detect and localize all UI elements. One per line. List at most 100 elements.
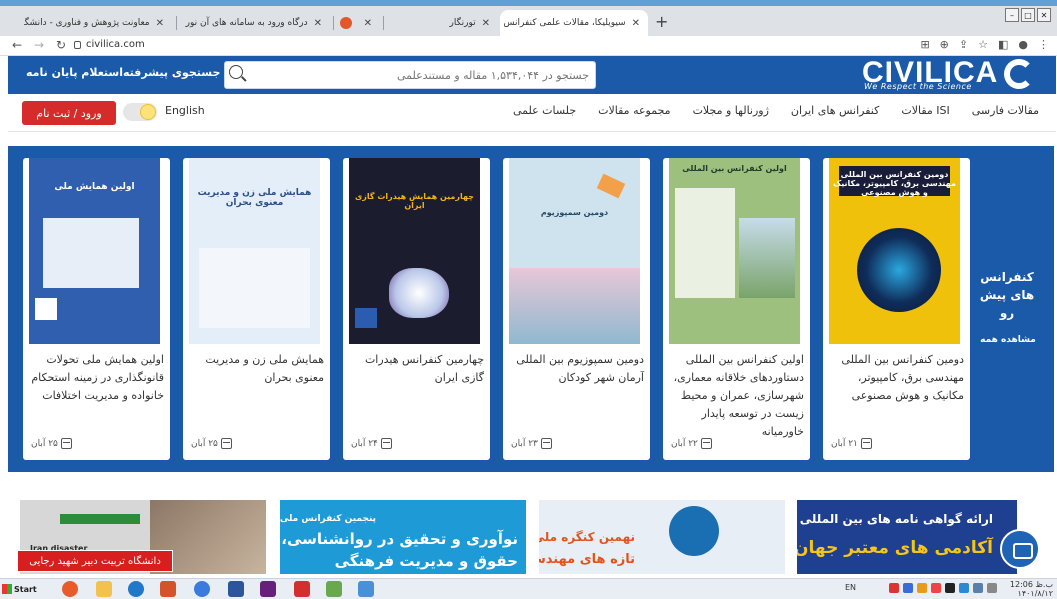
conference-date: ۲۳ آبان xyxy=(511,438,552,449)
tab-separator xyxy=(333,16,334,30)
clock-time: 12:06 ب.ظ xyxy=(1009,580,1053,589)
browser-tab[interactable]: ✕ معاونت پژوهش و فناوری - دانشگا xyxy=(24,10,172,36)
conference-title[interactable]: همایش ملی زن و مدیریت معنوی بحران xyxy=(191,351,324,387)
tab-title: درگاه ورود به سامانه های آن نور xyxy=(185,18,308,28)
volume-icon[interactable] xyxy=(987,583,997,593)
conference-card[interactable]: دومین کنفرانس بین المللی مهندسی برق، کام… xyxy=(823,158,970,460)
url-field[interactable]: civilica.com xyxy=(86,39,145,50)
nav-scientific-sessions[interactable]: جلسات علمی xyxy=(513,104,576,117)
browser-tab-active[interactable]: ✕ سیویلیکا، مقالات علمی کنفرانس و xyxy=(500,10,648,36)
close-tab-icon[interactable]: ✕ xyxy=(482,18,490,29)
nav-isi-articles[interactable]: مقالات ISI xyxy=(901,104,949,117)
tray-icon[interactable] xyxy=(917,583,927,593)
app-icon[interactable] xyxy=(358,581,374,597)
ad-text: تازه های مهندسی برق xyxy=(539,552,635,567)
conference-title[interactable]: دومین کنفرانس بین المللی مهندسی برق، کام… xyxy=(831,351,964,405)
language-indicator[interactable]: EN xyxy=(845,583,856,592)
profile-icon[interactable]: ● xyxy=(1018,38,1028,51)
conference-poster: دومین کنفرانس بین المللی مهندسی برق، کام… xyxy=(829,158,960,344)
tray-icon[interactable] xyxy=(903,583,913,593)
tray-icon[interactable] xyxy=(889,583,899,593)
tray-icon[interactable] xyxy=(945,583,955,593)
advanced-search-link[interactable]: جستجوی پیشرفته xyxy=(123,66,220,79)
university-label[interactable]: دانشگاه تربیت دبیر شهید رجایی xyxy=(17,550,173,572)
internet-explorer-icon[interactable] xyxy=(128,581,144,597)
close-tab-icon[interactable]: ✕ xyxy=(632,18,640,29)
conference-card[interactable]: اولین همایش ملی اولین همایش ملی تحولات ق… xyxy=(23,158,170,460)
bookmark-star-icon[interactable]: ☆ xyxy=(978,38,988,51)
minimize-icon[interactable]: – xyxy=(1005,8,1019,22)
zoom-icon[interactable]: ⊕ xyxy=(940,38,949,51)
search-icon[interactable] xyxy=(229,65,243,79)
nav-persian-articles[interactable]: مقالات فارسی xyxy=(972,104,1039,117)
tab-title: معاونت پژوهش و فناوری - دانشگا xyxy=(24,18,150,28)
file-explorer-icon[interactable] xyxy=(96,581,112,597)
civilica-logo[interactable]: CIVILICA We Respect the Science xyxy=(862,56,1042,91)
conference-poster: اولین کنفرانس بین المللی xyxy=(669,158,800,344)
menu-icon[interactable]: ⋮ xyxy=(1038,38,1049,51)
search-input[interactable] xyxy=(255,65,589,85)
calendar-icon xyxy=(220,438,232,449)
login-register-button[interactable]: ورود / ثبت نام xyxy=(22,101,116,125)
tray-icon[interactable] xyxy=(959,583,969,593)
conference-title[interactable]: اولین همایش ملی تحولات قانونگذاری در زمی… xyxy=(31,351,164,405)
browser-tab[interactable]: ✕ xyxy=(336,10,380,36)
start-button[interactable]: Start xyxy=(2,581,42,597)
reload-icon[interactable]: ↻ xyxy=(56,38,66,52)
close-tab-icon[interactable]: ✕ xyxy=(314,18,322,29)
language-switch[interactable]: English xyxy=(165,104,205,117)
thesis-inquiry-link[interactable]: استعلام پایان نامه xyxy=(26,66,123,79)
close-tab-icon[interactable]: ✕ xyxy=(156,18,164,29)
media-icon[interactable] xyxy=(260,581,276,597)
conference-date: ۲۴ آبان xyxy=(351,438,392,449)
conference-card[interactable]: همایش ملی زن و مدیریت معنوی بحران همایش … xyxy=(183,158,330,460)
maximize-icon[interactable]: □ xyxy=(1021,8,1035,22)
nav-journals[interactable]: ژورنالها و مجلات xyxy=(693,104,769,117)
close-tab-icon[interactable]: ✕ xyxy=(364,18,372,29)
nav-links: مقالات فارسی مقالات ISI کنفرانس های ایرا… xyxy=(513,104,1039,117)
ad-banner[interactable]: نهمین کنگره ملی تازه های مهندسی برق xyxy=(539,500,785,574)
conference-card[interactable]: اولین کنفرانس بین المللی اولین کنفرانس ب… xyxy=(663,158,810,460)
nav-iran-conferences[interactable]: کنفرانس های ایران xyxy=(791,104,879,117)
browser-tab[interactable]: ✕ درگاه ورود به سامانه های آن نور xyxy=(180,10,330,36)
see-all-link[interactable]: مشاهده همه xyxy=(978,335,1038,345)
sidebar-icon[interactable]: ◧ xyxy=(998,38,1008,51)
tab-separator xyxy=(383,16,384,30)
nav-article-collections[interactable]: مجموعه مقالات xyxy=(598,104,670,117)
conference-title[interactable]: دومین سمپوزیوم بین المللی آرمان شهر کودک… xyxy=(511,351,644,387)
poster-text-block xyxy=(675,188,735,298)
word-icon[interactable] xyxy=(228,581,244,597)
ad-banner[interactable]: پنجمین کنفرانس ملی نوآوری و تحقیق در روا… xyxy=(280,500,526,574)
tray-icon[interactable] xyxy=(931,583,941,593)
conference-title[interactable]: اولین کنفرانس بین المللی دستاوردهای خلاق… xyxy=(671,351,804,441)
conference-card[interactable]: چهارمین همایش هیدرات گازی ایران چهارمین … xyxy=(343,158,490,460)
clock-date: ۱۴۰۱/۸/۱۲ xyxy=(1017,589,1053,598)
back-icon[interactable]: ← xyxy=(12,38,22,52)
theme-toggle[interactable] xyxy=(123,103,157,121)
powerpoint-icon[interactable] xyxy=(160,581,176,597)
chrome-icon[interactable] xyxy=(194,581,210,597)
new-tab-button[interactable]: + xyxy=(655,12,668,31)
share-icon[interactable]: ⇪ xyxy=(959,38,968,51)
section-heading: کنفرانس های پیش رو xyxy=(979,270,1035,320)
lock-icon xyxy=(74,41,81,49)
firefox-icon[interactable] xyxy=(62,581,78,597)
network-icon[interactable] xyxy=(973,583,983,593)
sun-icon xyxy=(140,104,156,120)
forward-icon[interactable]: → xyxy=(34,38,44,52)
browser-tab[interactable]: ✕ تورنگار xyxy=(440,10,498,36)
chat-button[interactable] xyxy=(1000,529,1040,569)
app-icon[interactable] xyxy=(326,581,342,597)
address-bar: ← → ↻ civilica.com ⊞ ⊕ ⇪ ☆ ◧ ● ⋮ xyxy=(0,36,1057,56)
tab-favicon xyxy=(339,17,352,29)
acrobat-icon[interactable] xyxy=(294,581,310,597)
translate-icon[interactable]: ⊞ xyxy=(920,38,929,51)
close-window-icon[interactable]: ✕ xyxy=(1037,8,1051,22)
address-bar-icons: ⊞ ⊕ ⇪ ☆ ◧ ● ⋮ xyxy=(920,38,1049,51)
conference-title[interactable]: چهارمین کنفرانس هیدرات گازی ایران xyxy=(351,351,484,387)
ad-banner[interactable]: ارائه گواهی نامه های بین المللی آکادمی ه… xyxy=(797,500,1017,574)
tab-separator xyxy=(176,16,177,30)
clock[interactable]: 12:06 ب.ظ ۱۴۰۱/۸/۱۲ xyxy=(1010,580,1053,598)
ad-logo xyxy=(669,506,719,556)
conference-card[interactable]: دومین سمپوزیوم دومین سمپوزیوم بین المللی… xyxy=(503,158,650,460)
